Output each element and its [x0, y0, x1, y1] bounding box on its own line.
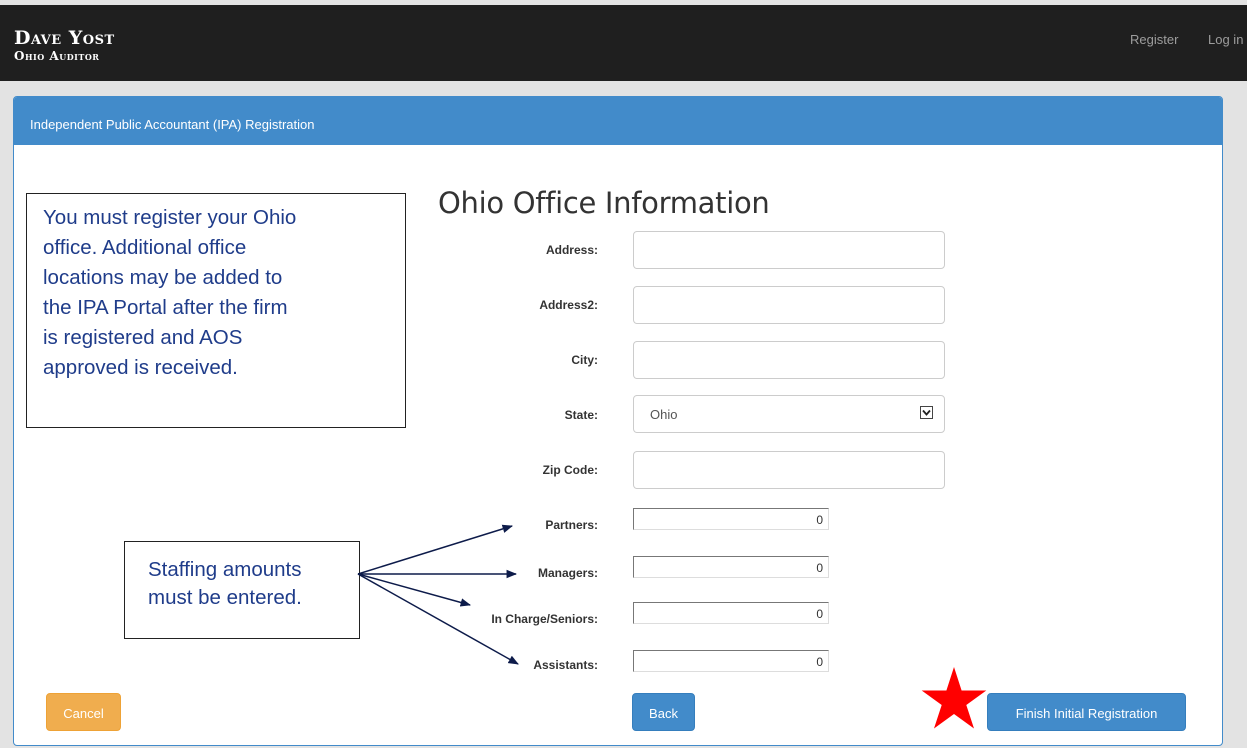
arrow-to-assistants [357, 573, 519, 665]
back-button-label: Back [649, 706, 678, 721]
cancel-button-label: Cancel [63, 706, 104, 721]
cancel-button[interactable]: Cancel [46, 693, 121, 731]
arrow-to-seniors [357, 573, 472, 607]
back-button[interactable]: Back [632, 693, 695, 731]
red-star-icon [921, 667, 987, 729]
finish-registration-button[interactable]: Finish Initial Registration [987, 693, 1186, 731]
finish-registration-label: Finish Initial Registration [1015, 706, 1158, 721]
arrow-to-partners [357, 524, 514, 575]
annotation-overlay [357, 524, 987, 729]
